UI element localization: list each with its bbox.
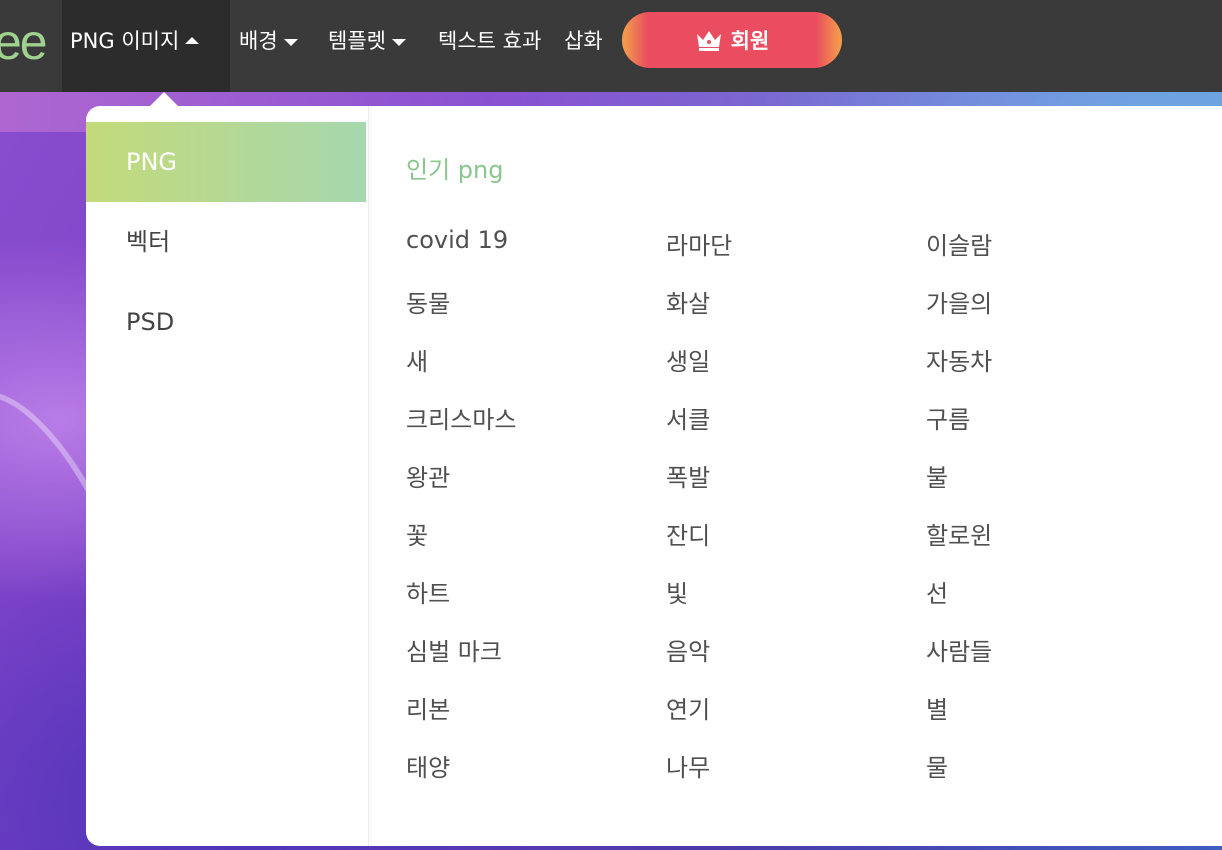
member-button[interactable]: 회원 [622, 12, 842, 68]
tag-link[interactable]: 이슬람 [926, 226, 992, 261]
crown-icon [696, 31, 721, 51]
tag-link[interactable]: 선 [926, 574, 948, 609]
tag-link[interactable]: 연기 [666, 690, 710, 725]
tag-link[interactable]: 물 [926, 748, 948, 783]
tag-link[interactable]: 나무 [666, 748, 710, 783]
tag-link[interactable]: 심벌 마크 [406, 632, 502, 667]
tag-link[interactable]: 가을의 [926, 284, 992, 319]
tag-link[interactable]: 잔디 [666, 516, 710, 551]
png-dropdown-panel: PNG 벡터 PSD 인기 png covid 19 동물새크리스마스왕관꽃하트심… [86, 106, 1222, 846]
tag-link[interactable]: 사람들 [926, 632, 992, 667]
sidebar-item-vector[interactable]: 벡터 [86, 202, 366, 282]
caret-down-icon [283, 38, 298, 46]
sidebar-item-psd[interactable]: PSD [86, 282, 366, 362]
tag-link[interactable]: 동물 [406, 284, 450, 319]
member-button-label: 회원 [730, 29, 770, 53]
tag-link[interactable]: 크리스마스 [406, 400, 516, 435]
tag-link[interactable]: 꽃 [406, 516, 428, 551]
tag-link[interactable]: 빛 [666, 574, 688, 609]
tag-link[interactable]: 하트 [406, 574, 450, 609]
tag-link[interactable]: 자동차 [926, 342, 992, 377]
nav-illustrations[interactable]: 삽화 [564, 0, 603, 92]
dropdown-sidebar: PNG 벡터 PSD [86, 106, 369, 846]
nav-backgrounds[interactable]: 배경 [239, 0, 298, 92]
menu-pointer [150, 92, 178, 106]
tag-link[interactable]: 리본 [406, 690, 450, 725]
section-title: 인기 png [406, 156, 504, 184]
tag-link[interactable]: 별 [926, 690, 948, 725]
nav-templates-label: 템플렛 [328, 29, 386, 53]
nav-png-images-label: PNG 이미지 [70, 29, 180, 53]
nav-backgrounds-label: 배경 [239, 29, 278, 53]
tag-link[interactable]: covid 19 [406, 226, 508, 254]
tag-link[interactable]: 왕관 [406, 458, 450, 493]
tag-link[interactable]: 구름 [926, 400, 970, 435]
tag-link[interactable]: 새 [406, 342, 428, 377]
tag-link[interactable]: 불 [926, 458, 948, 493]
tag-link[interactable]: 화살 [666, 284, 710, 319]
tag-link[interactable]: 음악 [666, 632, 710, 667]
top-navigation: ee PNG 이미지 배경 템플렛 텍스트 효과 삽화 회원 [0, 0, 1222, 92]
tag-link[interactable]: 서클 [666, 400, 710, 435]
tag-link[interactable]: 라마단 [666, 226, 732, 261]
tag-link[interactable]: 생일 [666, 342, 710, 377]
tag-link[interactable]: 태양 [406, 748, 450, 783]
sidebar-item-png[interactable]: PNG [86, 122, 366, 202]
caret-down-icon [391, 38, 406, 46]
caret-up-icon [185, 36, 200, 44]
nav-templates[interactable]: 템플렛 [328, 0, 406, 92]
site-logo[interactable]: ee [0, 14, 48, 70]
nav-png-images[interactable]: PNG 이미지 [62, 0, 230, 92]
nav-text-effects[interactable]: 텍스트 효과 [438, 0, 541, 92]
tag-link[interactable]: 할로윈 [926, 516, 992, 551]
tag-link[interactable]: 폭발 [666, 458, 710, 493]
